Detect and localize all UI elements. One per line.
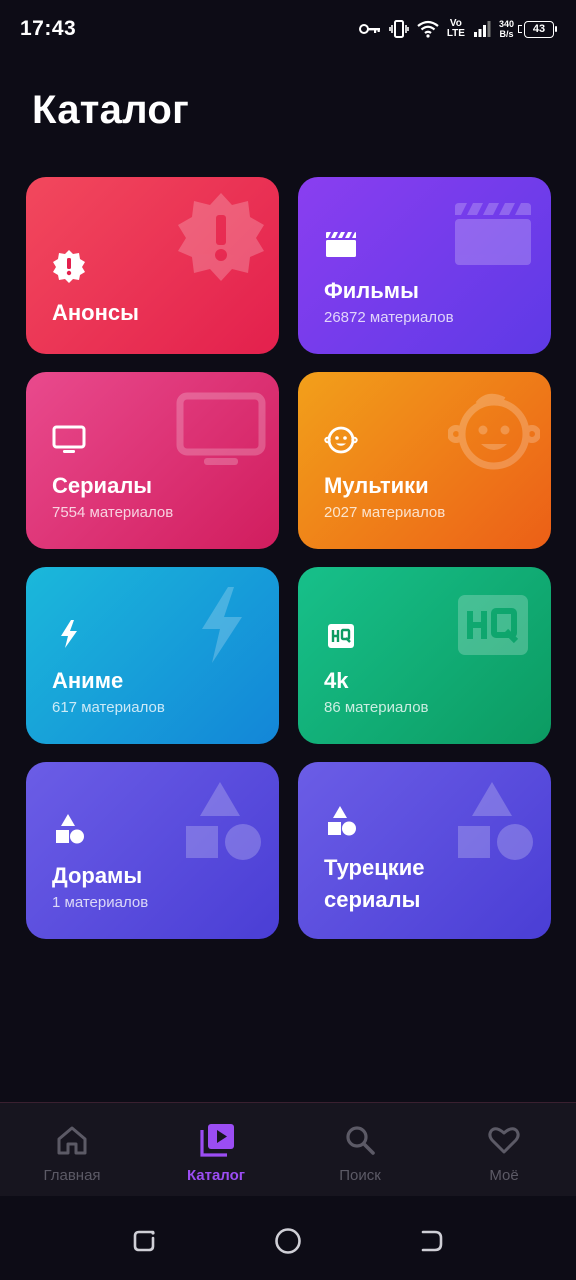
- volte-indicator: Vo LTE: [446, 18, 465, 39]
- tv-icon: [176, 392, 266, 465]
- key-icon: [358, 24, 380, 34]
- card-count: 617 материалов: [52, 699, 165, 716]
- catalog-card-anime[interactable]: Аниме 617 материалов: [26, 567, 279, 744]
- nav-item-search[interactable]: Поиск: [288, 1103, 432, 1197]
- lightning-icon: [61, 620, 77, 648]
- alert-badge-icon: [53, 250, 85, 283]
- shapes-icon: [56, 814, 84, 844]
- lightning-icon: [202, 587, 242, 663]
- hq-icon: [328, 624, 354, 648]
- card-count: 7554 материалов: [52, 504, 174, 521]
- catalog-card-turkish-series[interactable]: Турецкие сериалы: [298, 762, 551, 939]
- child-face-icon: [448, 393, 540, 470]
- nav-label: Главная: [43, 1167, 101, 1184]
- signal-icon: [473, 21, 491, 37]
- catalog-card-doramas[interactable]: Дорамы 1 материалов: [26, 762, 279, 939]
- card-label: Анонсы: [52, 300, 139, 325]
- heart-icon: [488, 1127, 520, 1154]
- card-label: Сериалы: [52, 473, 153, 498]
- shapes-icon: [186, 782, 261, 860]
- card-label: Мультики: [324, 473, 429, 498]
- nav-item-catalog[interactable]: Каталог: [144, 1103, 288, 1197]
- shapes-icon: [458, 782, 533, 860]
- card-count: 86 материалов: [324, 699, 429, 716]
- back-icon[interactable]: [416, 1226, 446, 1256]
- nav-label: Моё: [489, 1167, 519, 1184]
- recent-apps-icon[interactable]: [130, 1226, 160, 1256]
- status-time: 17:43: [20, 17, 77, 40]
- catalog-card-4k[interactable]: 4k 86 материалов: [298, 567, 551, 744]
- card-label: Фильмы: [324, 278, 419, 303]
- shapes-icon: [328, 806, 356, 836]
- card-label: Дорамы: [52, 863, 143, 888]
- battery-indicator: 43: [518, 20, 557, 38]
- status-bar: 17:43 Vo LTE 340 B/s 43: [0, 0, 576, 58]
- status-icons: Vo LTE 340 B/s 43: [358, 14, 557, 44]
- catalog-card-series[interactable]: Сериалы 7554 материалов: [26, 372, 279, 549]
- card-label: сериалы: [324, 887, 421, 912]
- catalog-card-films[interactable]: Фильмы 26872 материалов: [298, 177, 551, 354]
- clapperboard-icon: [455, 203, 531, 265]
- card-count: 26872 материалов: [324, 309, 454, 326]
- battery-level: 43: [532, 23, 546, 35]
- nav-item-mine[interactable]: Моё: [432, 1103, 576, 1197]
- card-label: Аниме: [52, 668, 124, 693]
- card-label: Турецкие: [324, 855, 425, 880]
- catalog-icon: [200, 1124, 234, 1157]
- nav-item-home[interactable]: Главная: [0, 1103, 144, 1197]
- card-count: 2027 материалов: [324, 504, 446, 521]
- vibrate-icon: [389, 20, 409, 38]
- hq-icon: [458, 595, 528, 655]
- search-icon: [346, 1126, 375, 1155]
- nav-label: Поиск: [339, 1167, 381, 1184]
- catalog-card-announcements[interactable]: Анонсы: [26, 177, 279, 354]
- clapperboard-icon: [326, 232, 356, 257]
- alert-badge-icon: [178, 193, 264, 281]
- card-count: 1 материалов: [52, 894, 149, 911]
- child-face-icon: [324, 426, 358, 454]
- bottom-navigation: Главная Каталог Поиск Моё: [0, 1102, 576, 1197]
- nav-label: Каталог: [186, 1167, 246, 1184]
- home-button-icon[interactable]: [273, 1226, 303, 1256]
- page-title: Каталог: [32, 88, 190, 132]
- tv-icon: [52, 425, 86, 453]
- wifi-icon: [417, 20, 439, 38]
- home-icon: [57, 1126, 87, 1155]
- catalog-card-cartoons[interactable]: Мультики 2027 материалов: [298, 372, 551, 549]
- network-speed: 340 B/s: [498, 19, 514, 39]
- card-label: 4k: [324, 668, 349, 693]
